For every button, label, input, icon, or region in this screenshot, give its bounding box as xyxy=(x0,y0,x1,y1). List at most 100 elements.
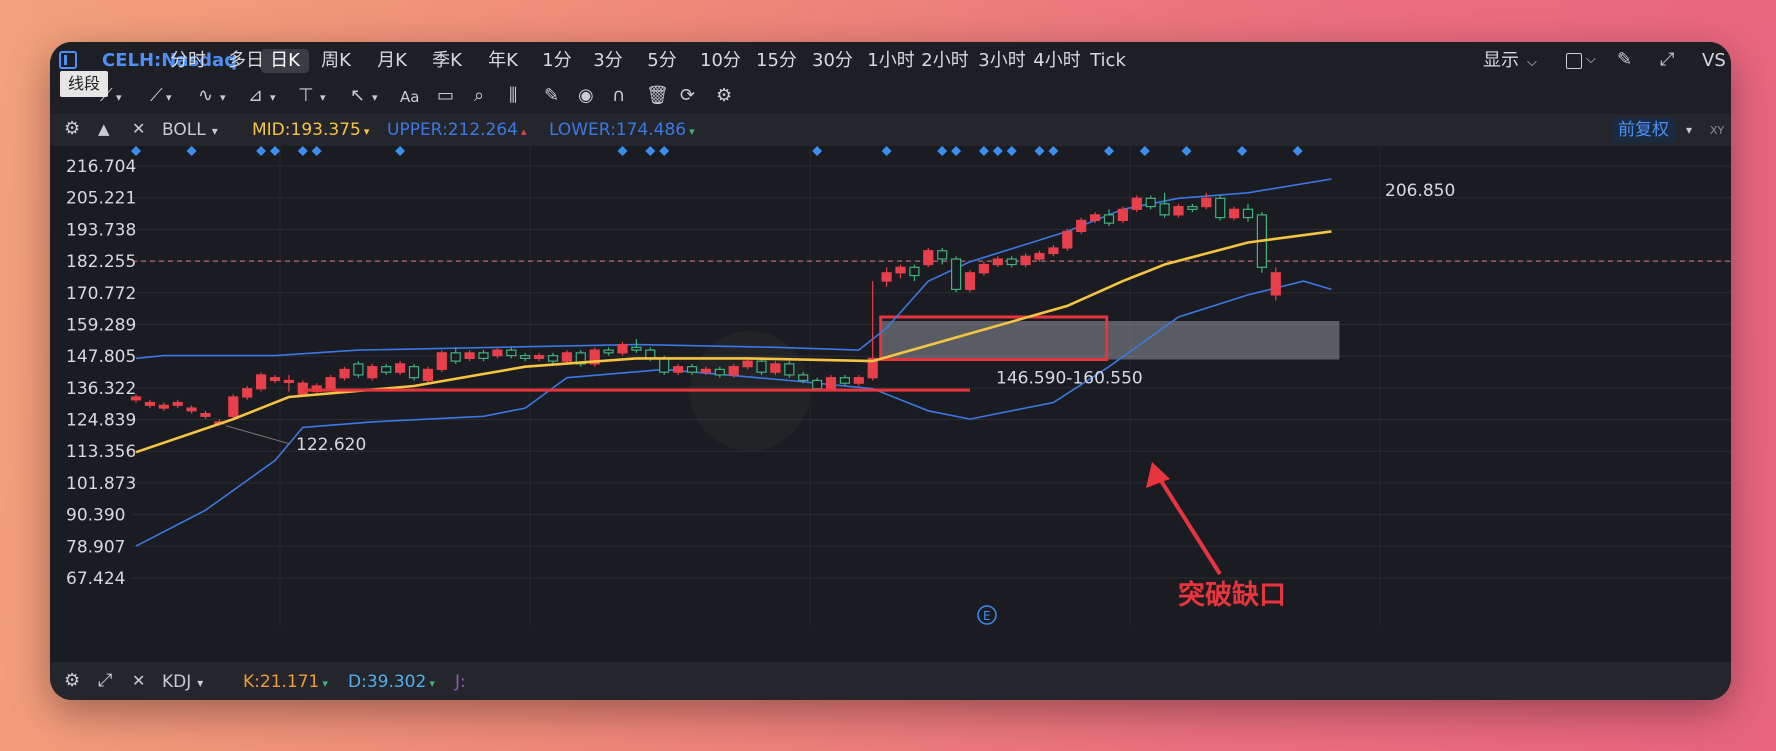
tab-timeframe-0[interactable]: 分时 xyxy=(170,49,206,73)
layout-icon[interactable] xyxy=(59,51,77,69)
candle-body xyxy=(186,407,197,412)
tab-timeframe-1[interactable]: 多日 xyxy=(228,49,264,73)
candle-body xyxy=(1048,247,1059,255)
expand-icon[interactable]: ⤢ xyxy=(98,670,112,692)
tab-timeframe-2[interactable]: 日K xyxy=(261,49,309,73)
signal-marker xyxy=(1139,146,1150,156)
chevron-down-icon[interactable]: ▾ xyxy=(372,87,378,109)
candle-body xyxy=(811,379,823,390)
indicator-selector[interactable]: BOLL ▾ xyxy=(162,119,218,142)
chevron-down-icon[interactable]: ▾ xyxy=(220,87,226,109)
close-icon[interactable]: ✕ xyxy=(132,670,145,692)
candle-body xyxy=(381,366,392,373)
signal-marker xyxy=(812,146,823,156)
chevron-down-icon[interactable]: ▾ xyxy=(270,87,276,109)
candle-body xyxy=(1173,205,1184,216)
fullscreen-icon[interactable]: ⤢ xyxy=(1660,49,1674,71)
wave-tool-icon[interactable]: ∿ xyxy=(198,85,213,107)
ray-tool-icon[interactable]: ⟋ xyxy=(150,85,163,107)
price-chart[interactable]: 216.704 205.221 193.738 182.255 170.772 159.2… xyxy=(50,146,1731,662)
signal-marker xyxy=(1292,146,1303,156)
tab-timeframe-9[interactable]: 5分 xyxy=(647,49,677,73)
adjust-selector[interactable]: 前复权 xyxy=(1612,117,1675,143)
chevron-down-icon[interactable]: ▾ xyxy=(166,87,172,109)
gear-icon[interactable]: ⚙ xyxy=(716,85,732,107)
y-tick-label: 170.772 xyxy=(66,284,136,304)
kdj-selector[interactable]: KDJ ▾ xyxy=(162,671,203,694)
candle-body xyxy=(269,377,281,382)
gear-icon[interactable]: ⚙ xyxy=(64,670,80,692)
tab-timeframe-7[interactable]: 1分 xyxy=(542,49,572,73)
candle-body xyxy=(798,374,809,382)
tab-timeframe-17[interactable]: Tick xyxy=(1088,49,1128,73)
vertical-tool-icon[interactable]: ⊤ xyxy=(298,85,314,107)
candle-body xyxy=(1187,205,1198,210)
candle-body xyxy=(395,363,406,373)
tab-timeframe-10[interactable]: 10分 xyxy=(700,49,741,73)
magnet-icon[interactable]: ∩ xyxy=(612,85,625,107)
pen-icon[interactable]: ✎ xyxy=(544,85,559,107)
fib-tool-icon[interactable]: ⊿ xyxy=(248,85,263,107)
candle-body xyxy=(228,396,239,417)
collapse-icon[interactable]: ▲ xyxy=(98,118,110,140)
candle-body xyxy=(700,368,712,373)
drawing-toolbar: ⟋ ▾ ⟋ ▾ ∿ ▾ ⊿ ▾ ⊤ ▾ ↖ ▾ Aa ▭ ⌕ ⫼ ✎ ◉ ∩ 🗑… xyxy=(50,71,1731,114)
signal-marker xyxy=(617,146,628,156)
candle-body xyxy=(825,377,837,390)
candle-body xyxy=(158,404,169,409)
tab-timeframe-11[interactable]: 15分 xyxy=(756,49,797,73)
y-tick-label: 159.289 xyxy=(66,315,136,335)
tab-timeframe-13[interactable]: 1小时 xyxy=(867,49,915,73)
display-menu[interactable]: 显示 ⌵ xyxy=(1483,50,1537,74)
search-icon[interactable]: ⌕ xyxy=(474,85,484,107)
candle-body xyxy=(422,368,433,382)
candle-body xyxy=(353,363,364,376)
y-tick-label: 113.356 xyxy=(66,442,136,462)
candle-body xyxy=(283,379,294,384)
sync-icon[interactable]: ⟳ xyxy=(680,85,695,107)
chevron-down-icon[interactable]: ▾ xyxy=(320,87,326,109)
axis-icon[interactable]: XY xyxy=(1710,120,1724,142)
candle-body xyxy=(339,368,350,379)
tab-timeframe-4[interactable]: 月K xyxy=(374,49,410,73)
eye-icon[interactable]: ◉ xyxy=(578,85,594,107)
candle-body xyxy=(1159,203,1170,216)
candle-body xyxy=(436,352,447,371)
candle-tool-icon[interactable]: ⫼ xyxy=(509,85,517,107)
candle-body xyxy=(686,366,698,373)
annotation-label: 突破缺口 xyxy=(1178,579,1286,611)
brush-icon[interactable]: ✎ xyxy=(1617,49,1632,71)
candle-body xyxy=(325,377,336,390)
kdj-k-value: K:21.171 ▾ xyxy=(243,672,328,692)
text-tool-icon[interactable]: Aa xyxy=(400,86,419,108)
candle-body xyxy=(881,272,892,282)
tab-timeframe-5[interactable]: 季K xyxy=(429,49,465,73)
candle-body xyxy=(937,250,948,260)
checkbox-icon[interactable] xyxy=(1566,53,1582,69)
close-icon[interactable]: ✕ xyxy=(132,118,145,140)
gear-icon[interactable]: ⚙ xyxy=(64,118,80,140)
tab-timeframe-16[interactable]: 4小时 xyxy=(1033,49,1081,73)
y-tick-label: 182.255 xyxy=(66,252,136,272)
compare-label[interactable]: VS xyxy=(1702,50,1726,72)
tab-timeframe-3[interactable]: 周K xyxy=(318,49,354,73)
tab-timeframe-8[interactable]: 3分 xyxy=(593,49,623,73)
signal-marker xyxy=(1104,146,1114,156)
tab-timeframe-6[interactable]: 年K xyxy=(485,49,521,73)
candle-body xyxy=(909,266,920,277)
signal-marker xyxy=(1006,146,1017,156)
signal-marker xyxy=(256,146,267,156)
chevron-down-icon[interactable]: ▾ xyxy=(116,87,122,109)
chevron-down-icon[interactable]: ⌵ xyxy=(1586,49,1596,71)
tab-timeframe-12[interactable]: 30分 xyxy=(812,49,853,73)
arrow-tool-icon[interactable]: ↖ xyxy=(350,85,365,107)
tab-timeframe-15[interactable]: 3小时 xyxy=(978,49,1026,73)
tab-timeframe-14[interactable]: 2小时 xyxy=(921,49,969,73)
trash-icon[interactable]: 🗑 xyxy=(646,85,669,107)
candle-body xyxy=(242,388,253,398)
caret-icon: ▾ xyxy=(363,125,370,138)
signal-marker xyxy=(659,146,670,156)
chevron-down-icon[interactable]: ▾ xyxy=(1686,119,1692,141)
comment-icon[interactable]: ▭ xyxy=(437,85,454,107)
candle-body xyxy=(464,352,475,359)
